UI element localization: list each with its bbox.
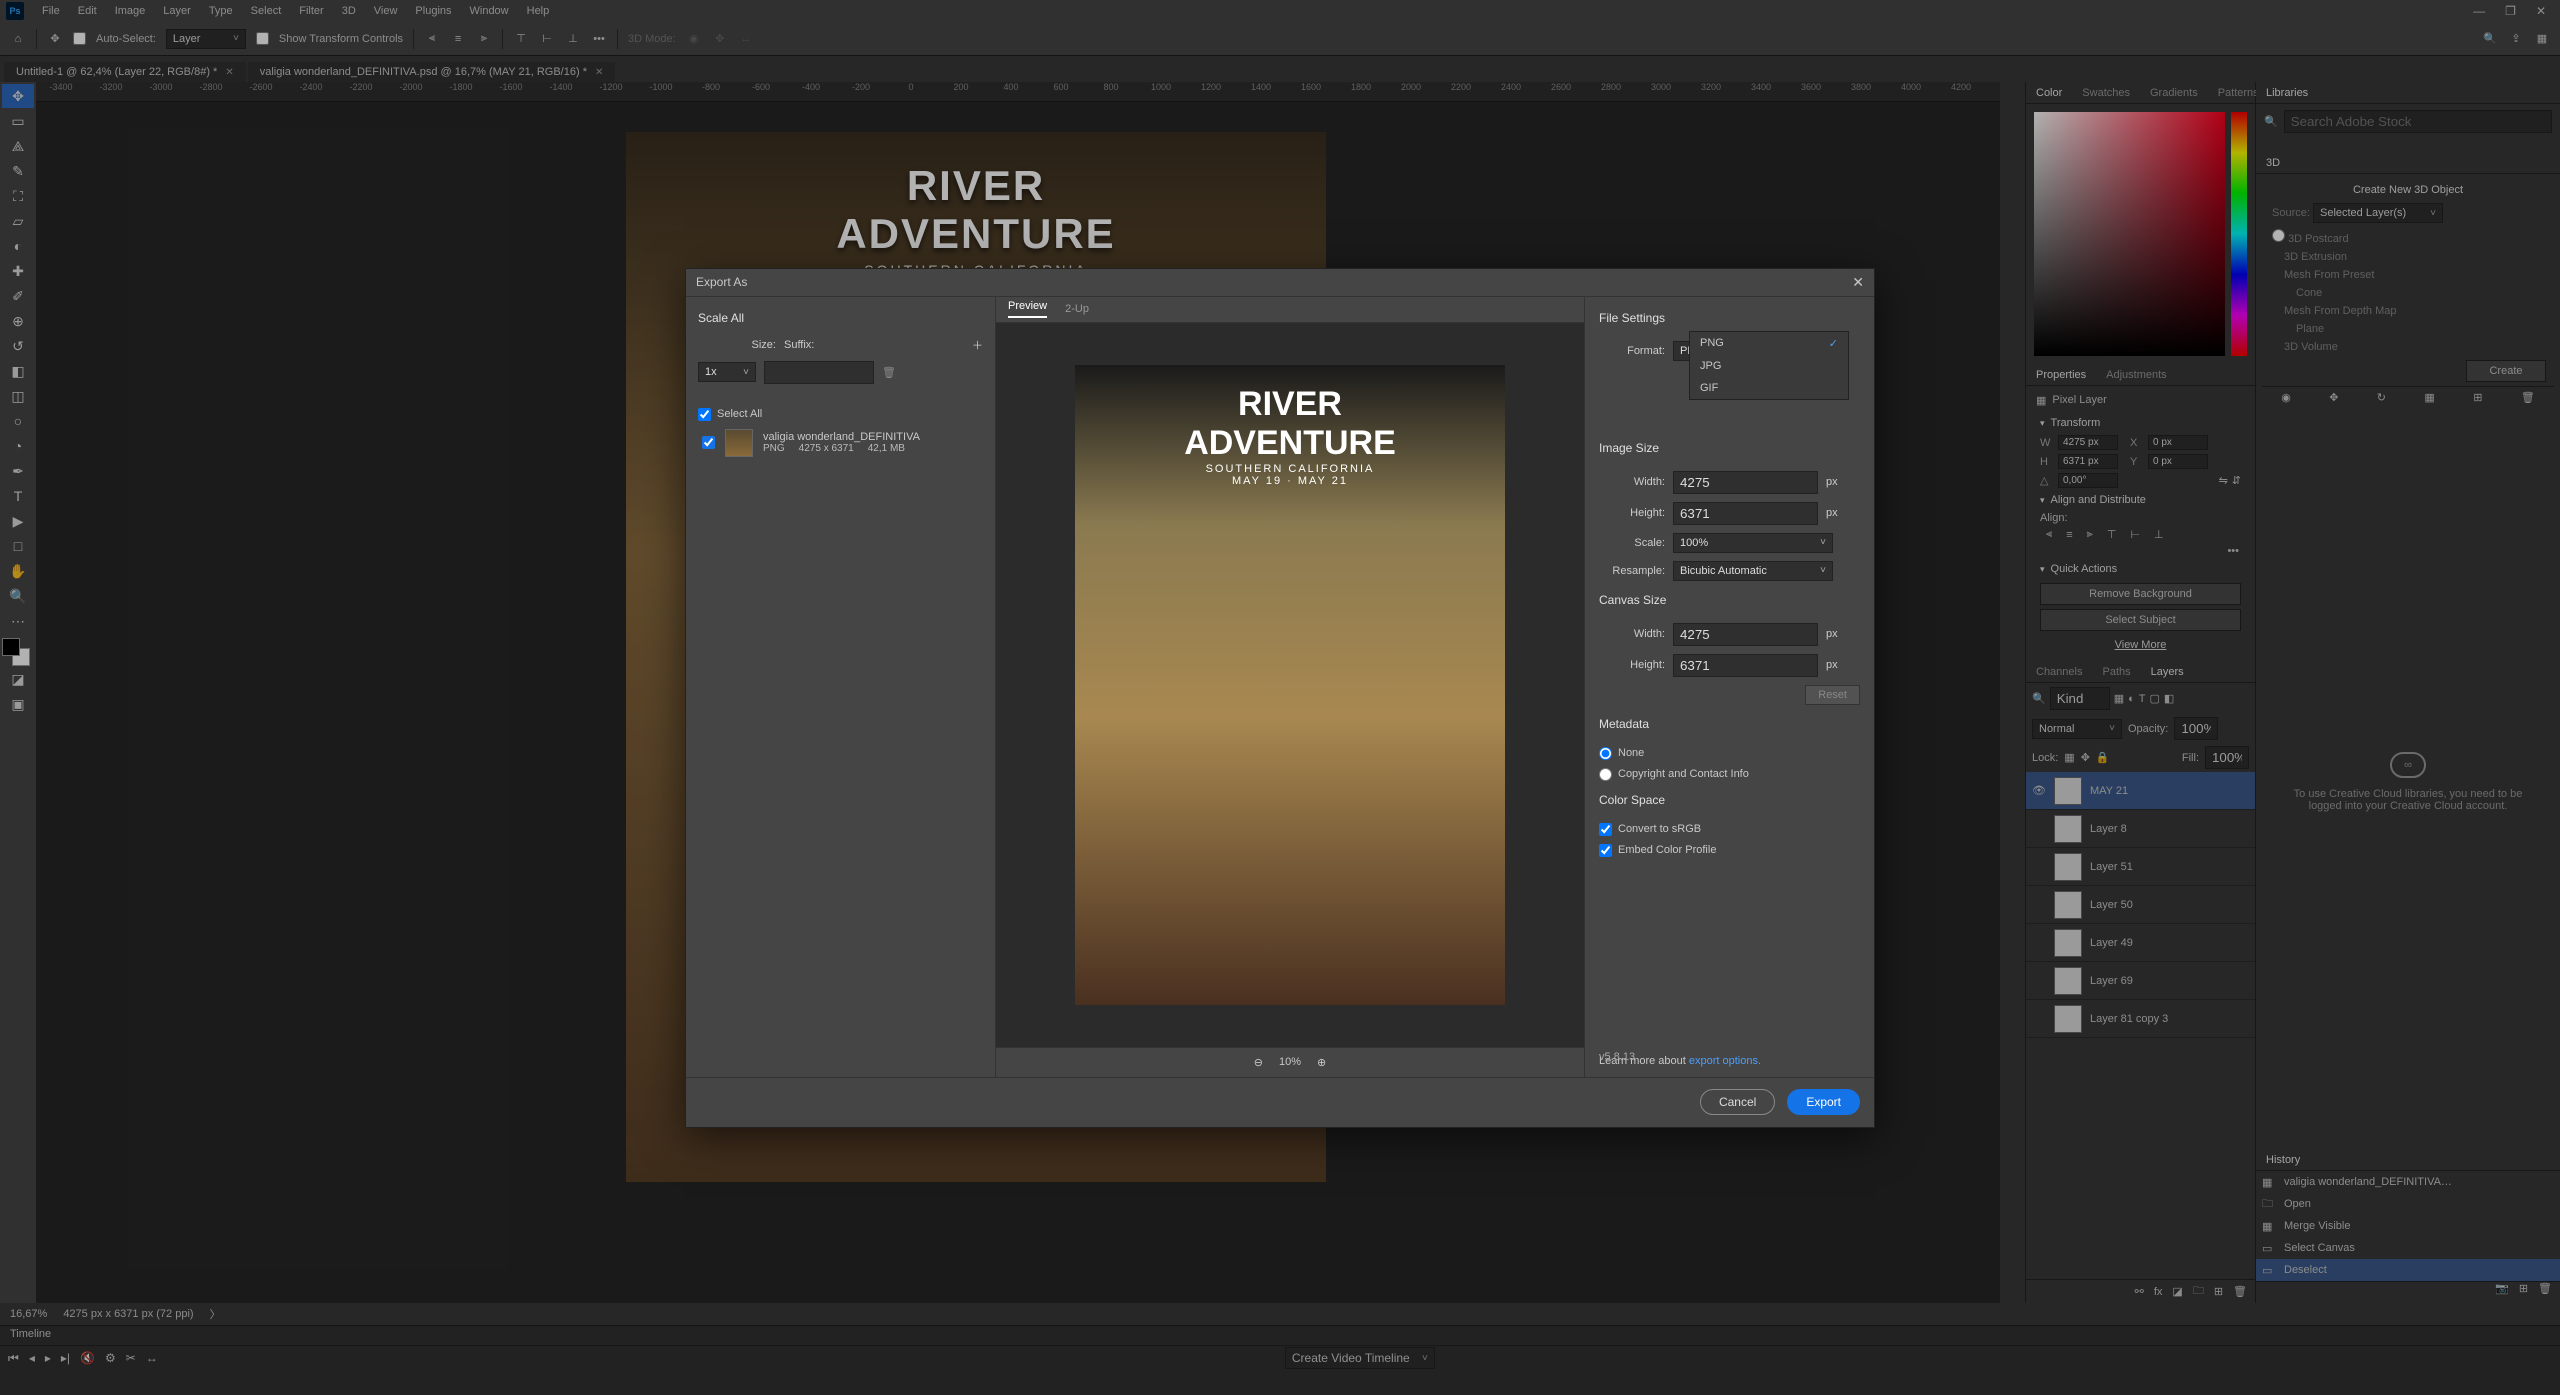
cancel-button[interactable]: Cancel <box>1700 1089 1775 1115</box>
scale-size-select[interactable]: 1x <box>698 362 756 382</box>
export-options-link[interactable]: export options. <box>1689 1055 1761 1067</box>
export-preview: RIVERADVENTURE SOUTHERN CALIFORNIA MAY 1… <box>996 323 1584 1047</box>
convert-srgb-checkbox[interactable] <box>1599 823 1612 836</box>
asset-thumbnail <box>725 429 753 457</box>
zoom-out-icon[interactable]: ⊖ <box>1254 1056 1263 1069</box>
asset-name: valigia wonderland_DEFINITIVA <box>763 431 920 443</box>
metadata-copyright-radio[interactable] <box>1599 768 1612 781</box>
modal-overlay: Export As ✕ Scale All Size: Suffix: ＋ 1x… <box>0 0 2560 1395</box>
image-size-heading: Image Size <box>1599 441 1860 455</box>
format-option-gif[interactable]: GIF <box>1690 377 1848 399</box>
resample-select[interactable]: Bicubic Automatic <box>1673 561 1833 581</box>
format-label: Format: <box>1599 345 1665 357</box>
delete-scale-icon[interactable]: 🗑 <box>882 366 896 379</box>
zoom-in-icon[interactable]: ⊕ <box>1317 1056 1326 1069</box>
add-scale-icon[interactable]: ＋ <box>972 337 983 353</box>
canvas-size-heading: Canvas Size <box>1599 593 1860 607</box>
metadata-none-radio[interactable] <box>1599 747 1612 760</box>
color-space-heading: Color Space <box>1599 793 1860 807</box>
image-height-input[interactable] <box>1673 502 1818 525</box>
scale-select[interactable]: 100% <box>1673 533 1833 553</box>
format-dropdown: PNG✓ JPG GIF <box>1689 331 1849 400</box>
embed-profile-checkbox[interactable] <box>1599 844 1612 857</box>
canvas-height-input[interactable] <box>1673 654 1818 677</box>
reset-button[interactable]: Reset <box>1805 685 1860 705</box>
dialog-title: Export As <box>696 275 747 289</box>
suffix-input[interactable] <box>764 361 874 384</box>
asset-checkbox[interactable] <box>702 436 715 449</box>
tab-2up[interactable]: 2-Up <box>1065 303 1089 315</box>
select-all-checkbox[interactable] <box>698 408 711 421</box>
suffix-label: Suffix: <box>784 339 814 351</box>
zoom-level: 10% <box>1279 1056 1301 1068</box>
image-width-input[interactable] <box>1673 471 1818 494</box>
metadata-heading: Metadata <box>1599 717 1860 731</box>
canvas-width-input[interactable] <box>1673 623 1818 646</box>
format-option-png[interactable]: PNG✓ <box>1690 332 1848 355</box>
export-button[interactable]: Export <box>1787 1089 1860 1115</box>
scale-all-heading: Scale All <box>698 311 983 325</box>
export-as-dialog: Export As ✕ Scale All Size: Suffix: ＋ 1x… <box>685 268 1875 1128</box>
select-all-label: Select All <box>717 408 762 420</box>
version-label: v5.8.13 <box>1599 1051 1635 1063</box>
size-label: Size: <box>698 339 776 351</box>
tab-preview[interactable]: Preview <box>1008 300 1047 318</box>
dialog-close-icon[interactable]: ✕ <box>1852 274 1864 291</box>
asset-row[interactable]: valigia wonderland_DEFINITIVA PNG4275 x … <box>698 421 983 465</box>
format-option-jpg[interactable]: JPG <box>1690 355 1848 377</box>
file-settings-heading: File Settings <box>1599 311 1860 325</box>
